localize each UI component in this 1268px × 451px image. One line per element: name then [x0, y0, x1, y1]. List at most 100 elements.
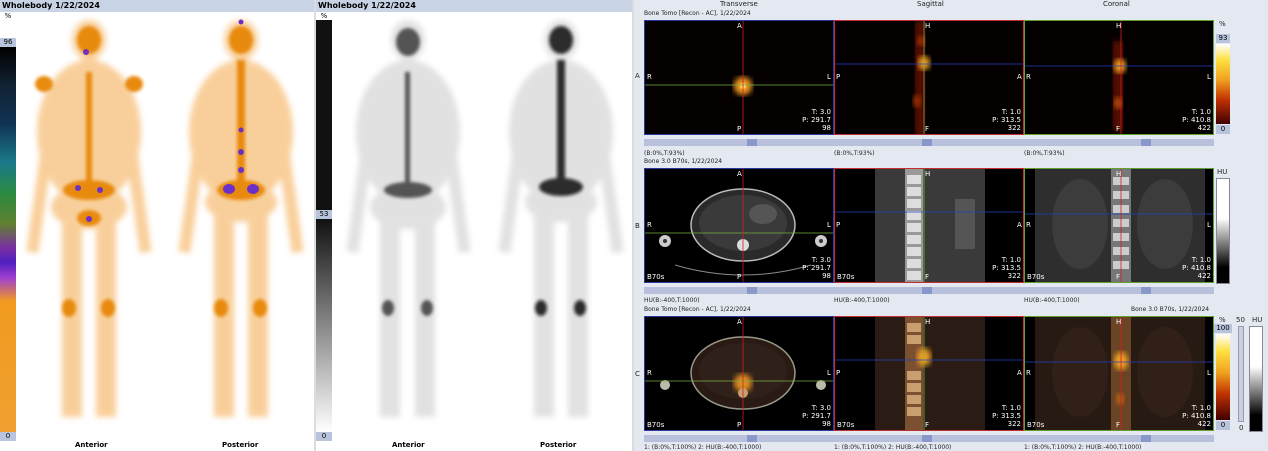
- gray-scale-min[interactable]: 0: [316, 432, 332, 441]
- row-c-caption-right: Bone 3.0 B70s, 1/22/2024: [1131, 306, 1210, 313]
- orient-bottom: F: [925, 421, 930, 429]
- wholebody-color-panel[interactable]: Wholebody 1/22/2024 % 96 0 Anterior Post…: [0, 0, 314, 451]
- row-b-coronal[interactable]: H R L F B70s T: 1.0 P: 410.8 422: [1024, 168, 1214, 283]
- row-c-colorbar-max[interactable]: 100: [1214, 324, 1232, 333]
- row-c-colorbar-min[interactable]: 0: [1216, 421, 1230, 430]
- row-a-sagittal[interactable]: H P A F T: 1.0 P: 313.5 322: [834, 20, 1024, 135]
- orient-bottom: P: [737, 125, 742, 133]
- orient-top: H: [925, 22, 931, 30]
- slider-thumb[interactable]: [1141, 435, 1151, 442]
- slice-info: T: 1.0 P: 410.8 422: [1182, 108, 1211, 132]
- orient-left: R: [1026, 73, 1031, 81]
- row-a-colorbar-min[interactable]: 0: [1216, 125, 1230, 134]
- orient-right: A: [1017, 369, 1022, 377]
- tomo-panel: Transverse Sagittal Coronal A B C Bone T…: [634, 0, 1268, 451]
- posterior-label-color: Posterior: [222, 441, 259, 449]
- slider-thumb[interactable]: [922, 139, 932, 146]
- row-label-c: C: [635, 370, 640, 378]
- slider-thumb[interactable]: [747, 435, 757, 442]
- orient-left: P: [836, 73, 841, 81]
- gray-scale[interactable]: % 53 0: [316, 12, 332, 451]
- row-c-window-transverse: 1: (B:0%,T:100%) 2: HU(B:-400,T:1000): [644, 444, 762, 451]
- orient-bottom: F: [1116, 421, 1121, 429]
- row-a-slider-sagittal[interactable]: [834, 139, 1024, 146]
- row-c-slider-sagittal[interactable]: [834, 435, 1024, 442]
- slice-info: T: 1.0 P: 313.5 322: [992, 404, 1021, 428]
- row-b-slider-coronal[interactable]: [1024, 287, 1214, 294]
- orient-top: H: [1116, 318, 1122, 326]
- orient-top: A: [737, 22, 742, 30]
- wholebody-gray-image[interactable]: [332, 12, 632, 442]
- row-c-coronal[interactable]: H R L F B70s T: 1.0 P: 410.8 422: [1024, 316, 1214, 431]
- orient-top: A: [737, 170, 742, 178]
- row-c-sagittal[interactable]: H P A F B70s T: 1.0 P: 313.5 322: [834, 316, 1024, 431]
- orient-top: H: [925, 318, 931, 326]
- wholebody-color-title: Wholebody 1/22/2024: [0, 0, 314, 12]
- row-a-colorbar-unit: %: [1219, 20, 1226, 28]
- row-c-caption-left: Bone Tomo [Recon - AC], 1/22/2024: [644, 306, 751, 313]
- row-c-slider-coronal[interactable]: [1024, 435, 1214, 442]
- orient-bottom: F: [925, 125, 930, 133]
- orient-right: L: [827, 369, 831, 377]
- slice-info: T: 1.0 P: 313.5 322: [992, 108, 1021, 132]
- anterior-label-color: Anterior: [75, 441, 108, 449]
- row-a-colorbar[interactable]: [1216, 44, 1230, 124]
- wholebody-gray-panel[interactable]: Wholebody 1/22/2024 % 53 0 Anterior Post…: [316, 0, 632, 451]
- slider-thumb[interactable]: [1141, 287, 1151, 294]
- row-b-slider-transverse[interactable]: [644, 287, 834, 294]
- row-c-transverse[interactable]: A R L P B70s T: 3.0 P: 291.7 98: [644, 316, 834, 431]
- row-a-transverse[interactable]: A R L P T: 3.0 P: 291.7 98: [644, 20, 834, 135]
- gray-scale-bar: [316, 219, 332, 432]
- orient-bottom: F: [1116, 273, 1121, 281]
- row-b-colorbar-unit: HU: [1217, 168, 1228, 176]
- row-a-coronal[interactable]: H R L F T: 1.0 P: 410.8 422: [1024, 20, 1214, 135]
- orient-bottom: F: [925, 273, 930, 281]
- orient-right: L: [1207, 73, 1211, 81]
- row-a-window-sagittal: (B:0%,T:93%): [834, 150, 875, 157]
- row-a-slider-transverse[interactable]: [644, 139, 834, 146]
- col-header-transverse: Transverse: [720, 0, 758, 8]
- orient-bottom: F: [1116, 125, 1121, 133]
- orient-left: R: [647, 369, 652, 377]
- gray-scale-max[interactable]: 53: [316, 210, 332, 219]
- fusion-min: 0: [1239, 424, 1244, 432]
- orient-top: H: [1116, 170, 1122, 178]
- fusion-slider[interactable]: [1238, 326, 1244, 422]
- slider-thumb[interactable]: [747, 287, 757, 294]
- row-label-a: A: [635, 72, 640, 80]
- row-a-caption: Bone Tomo [Recon - AC], 1/22/2024: [644, 10, 751, 17]
- color-scale-bar: [0, 47, 16, 432]
- slice-info: T: 1.0 P: 313.5 322: [992, 256, 1021, 280]
- slider-thumb[interactable]: [747, 139, 757, 146]
- slider-thumb[interactable]: [922, 287, 932, 294]
- slider-thumb[interactable]: [922, 435, 932, 442]
- fusion-value: 50: [1236, 316, 1245, 324]
- row-c-colorbar[interactable]: [1216, 334, 1230, 420]
- row-c-slider-transverse[interactable]: [644, 435, 834, 442]
- hu-colorbar[interactable]: [1249, 326, 1263, 432]
- orient-left: R: [1026, 221, 1031, 229]
- slider-thumb[interactable]: [1141, 139, 1151, 146]
- hu-unit: HU: [1252, 316, 1263, 324]
- kernel-label: B70s: [647, 273, 665, 281]
- row-a-colorbar-max[interactable]: 93: [1216, 34, 1230, 43]
- slice-info: T: 3.0 P: 291.7 98: [802, 404, 831, 428]
- color-scale[interactable]: % 96 0: [0, 12, 16, 451]
- row-b-sagittal[interactable]: H P A F B70s T: 1.0 P: 313.5 322: [834, 168, 1024, 283]
- row-b-colorbar[interactable]: [1216, 178, 1230, 284]
- kernel-label: B70s: [837, 421, 855, 429]
- color-scale-min[interactable]: 0: [0, 432, 16, 441]
- row-b-window-sagittal: HU(B:-400,T:1000): [834, 297, 890, 304]
- row-a-slider-coronal[interactable]: [1024, 139, 1214, 146]
- orient-top: H: [925, 170, 931, 178]
- col-header-coronal: Coronal: [1103, 0, 1130, 8]
- slice-info: T: 1.0 P: 410.8 422: [1182, 404, 1211, 428]
- wholebody-color-image[interactable]: [16, 12, 314, 442]
- orient-top: A: [737, 318, 742, 326]
- kernel-label: B70s: [1027, 421, 1045, 429]
- row-b-transverse[interactable]: A R L P B70s T: 3.0 P: 291.7 98: [644, 168, 834, 283]
- row-b-window-transverse: HU(B:-400,T:1000): [644, 297, 700, 304]
- row-b-slider-sagittal[interactable]: [834, 287, 1024, 294]
- color-scale-max[interactable]: 96: [0, 38, 16, 47]
- row-c-window-sagittal: 1: (B:0%,T:100%) 2: HU(B:-400,T:1000): [834, 444, 952, 451]
